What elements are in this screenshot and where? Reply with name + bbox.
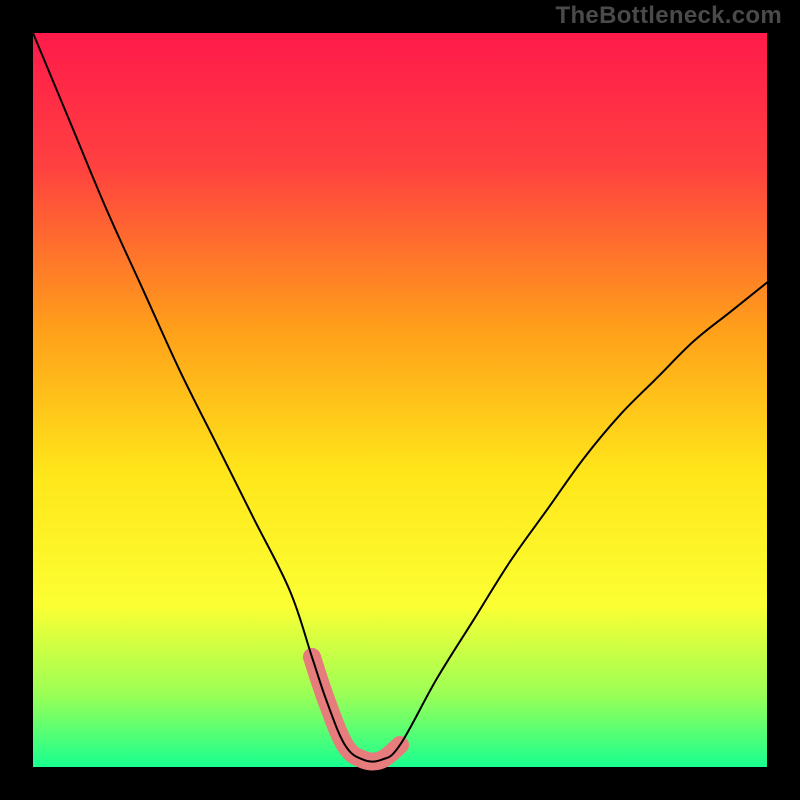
chart-container: TheBottleneck.com (0, 0, 800, 800)
watermark-text: TheBottleneck.com (556, 2, 782, 30)
bottleneck-chart (0, 0, 800, 800)
plot-background (33, 33, 767, 767)
